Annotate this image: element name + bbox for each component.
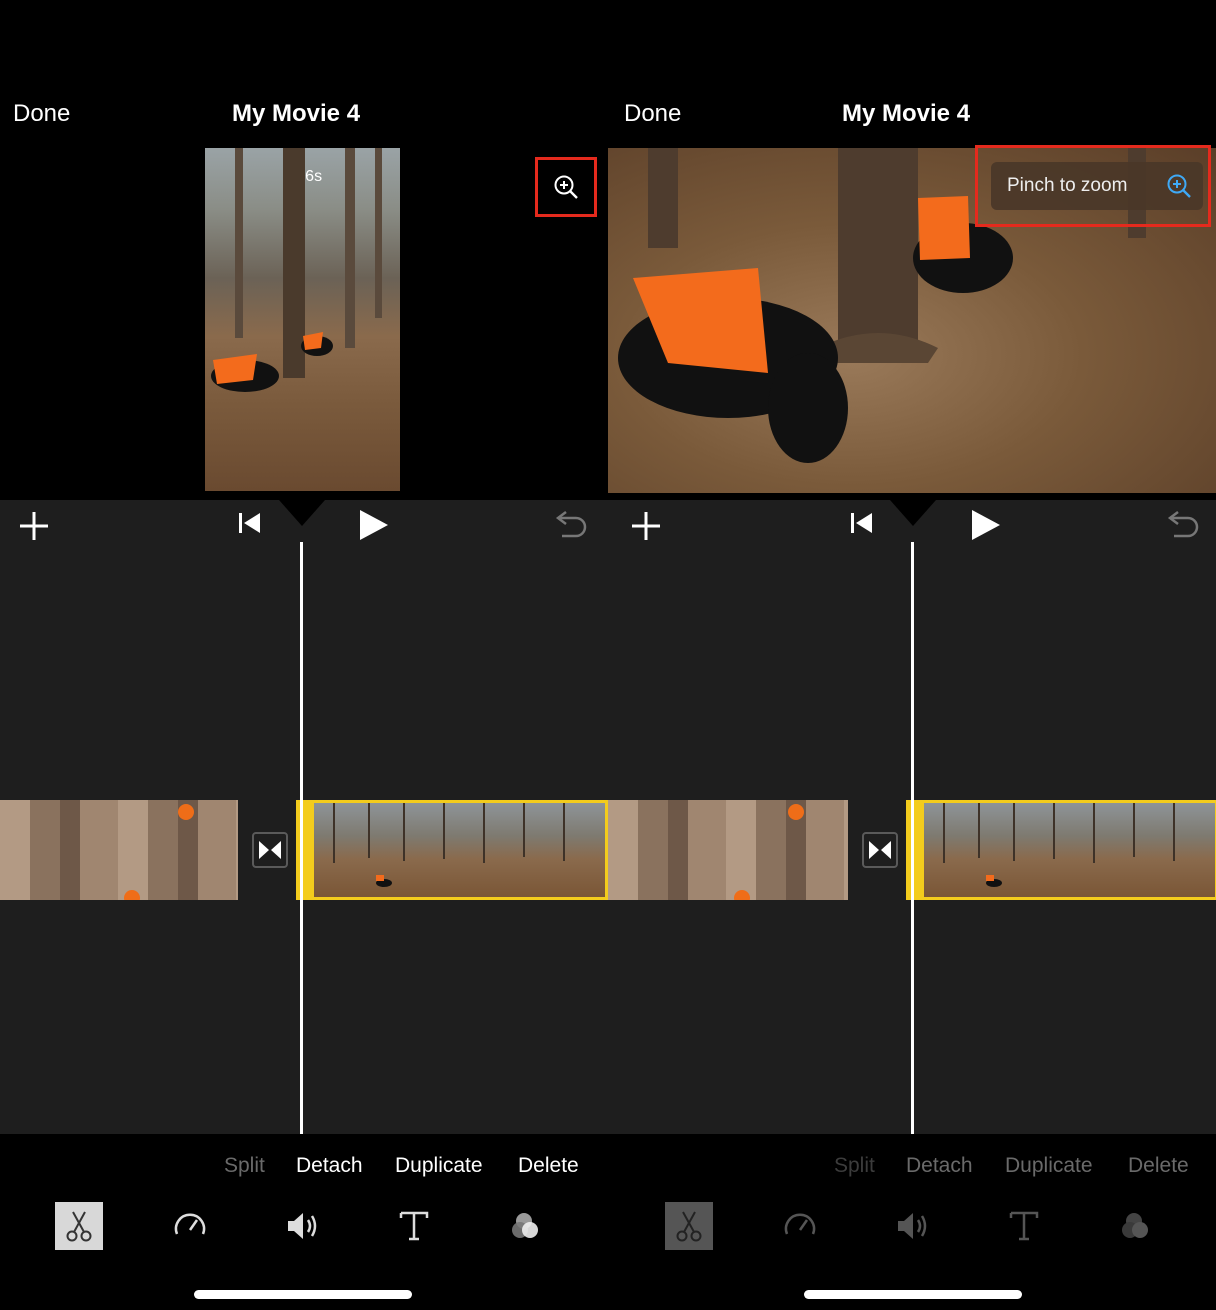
speed-tool[interactable] <box>166 1202 214 1250</box>
volume-icon <box>898 1213 927 1239</box>
home-indicator <box>804 1290 1022 1299</box>
timeline[interactable] <box>608 500 1216 1134</box>
left-panel: Done My Movie 4 27.6s <box>0 0 608 1310</box>
filters-tool[interactable] <box>502 1202 550 1250</box>
playhead-pointer <box>890 500 936 526</box>
duplicate-button[interactable]: Duplicate <box>395 1154 483 1178</box>
play-icon[interactable] <box>356 508 390 542</box>
scissors-tool[interactable] <box>665 1202 713 1250</box>
split-button[interactable]: Split <box>224 1154 265 1178</box>
skip-back-icon[interactable] <box>848 510 876 536</box>
volume-icon <box>288 1213 317 1239</box>
add-icon[interactable] <box>18 510 50 542</box>
scissors-tool[interactable] <box>55 1202 103 1250</box>
pinch-tooltip-label: Pinch to zoom <box>1007 175 1128 196</box>
add-icon[interactable] <box>630 510 662 542</box>
duplicate-button[interactable]: Duplicate <box>1005 1154 1093 1178</box>
right-panel: Done My Movie 4 Pinch to zoom Split Deta… <box>608 0 1216 1310</box>
speed-icon <box>784 1213 816 1235</box>
delete-button[interactable]: Delete <box>1128 1154 1189 1178</box>
scissors-icon <box>676 1211 702 1242</box>
video-preview: 27.6s <box>205 148 400 491</box>
clip-thumbnail-selected[interactable] <box>296 800 608 900</box>
filters-tool[interactable] <box>1112 1202 1160 1250</box>
undo-icon[interactable] <box>552 508 588 542</box>
project-title: My Movie 4 <box>842 100 971 127</box>
action-bar: Split Detach Duplicate Delete <box>608 1134 1216 1310</box>
split-button[interactable]: Split <box>834 1154 875 1178</box>
delete-button[interactable]: Delete <box>518 1154 579 1178</box>
undo-icon[interactable] <box>1164 508 1200 542</box>
play-icon[interactable] <box>968 508 1002 542</box>
clip-frames <box>943 803 1175 887</box>
volume-tool[interactable] <box>888 1202 936 1250</box>
speed-icon <box>174 1213 206 1235</box>
pinch-to-zoom-tooltip[interactable]: Pinch to zoom <box>991 162 1203 210</box>
zoom-icon <box>1167 174 1191 198</box>
detach-button[interactable]: Detach <box>296 1154 363 1178</box>
playhead[interactable] <box>300 542 303 1134</box>
skip-back-icon[interactable] <box>236 510 264 536</box>
text-icon <box>399 1211 429 1241</box>
speed-tool[interactable] <box>776 1202 824 1250</box>
preview-scene <box>211 148 382 392</box>
pumpkin-thumbnail <box>734 890 750 900</box>
zoom-button[interactable] <box>535 157 597 217</box>
playhead-pointer <box>279 500 325 526</box>
zoom-icon <box>554 175 578 199</box>
transition-icon <box>869 841 891 859</box>
action-bar: Split Detach Duplicate Delete <box>0 1134 608 1310</box>
filters-icon <box>512 1213 538 1238</box>
playhead[interactable] <box>911 542 914 1134</box>
clip-thumbnail-previous[interactable] <box>608 800 848 900</box>
pumpkin-thumbnail <box>788 804 804 820</box>
volume-tool[interactable] <box>278 1202 326 1250</box>
clip-thumbnail-selected[interactable] <box>906 800 1216 900</box>
pumpkin-thumbnail <box>178 804 194 820</box>
clip-frames <box>333 803 565 887</box>
timeline[interactable] <box>0 500 608 1134</box>
transition-button[interactable] <box>252 832 288 868</box>
transition-button[interactable] <box>862 832 898 868</box>
home-indicator <box>194 1290 412 1299</box>
transition-icon <box>259 841 281 859</box>
detach-button[interactable]: Detach <box>906 1154 973 1178</box>
text-icon <box>1009 1211 1039 1241</box>
clip-thumbnail-previous[interactable] <box>0 800 238 900</box>
text-tool[interactable] <box>1000 1202 1048 1250</box>
project-title: My Movie 4 <box>232 100 361 127</box>
pumpkin-thumbnail <box>124 890 140 900</box>
filters-icon <box>1122 1213 1148 1238</box>
scissors-icon <box>66 1211 92 1242</box>
text-tool[interactable] <box>390 1202 438 1250</box>
